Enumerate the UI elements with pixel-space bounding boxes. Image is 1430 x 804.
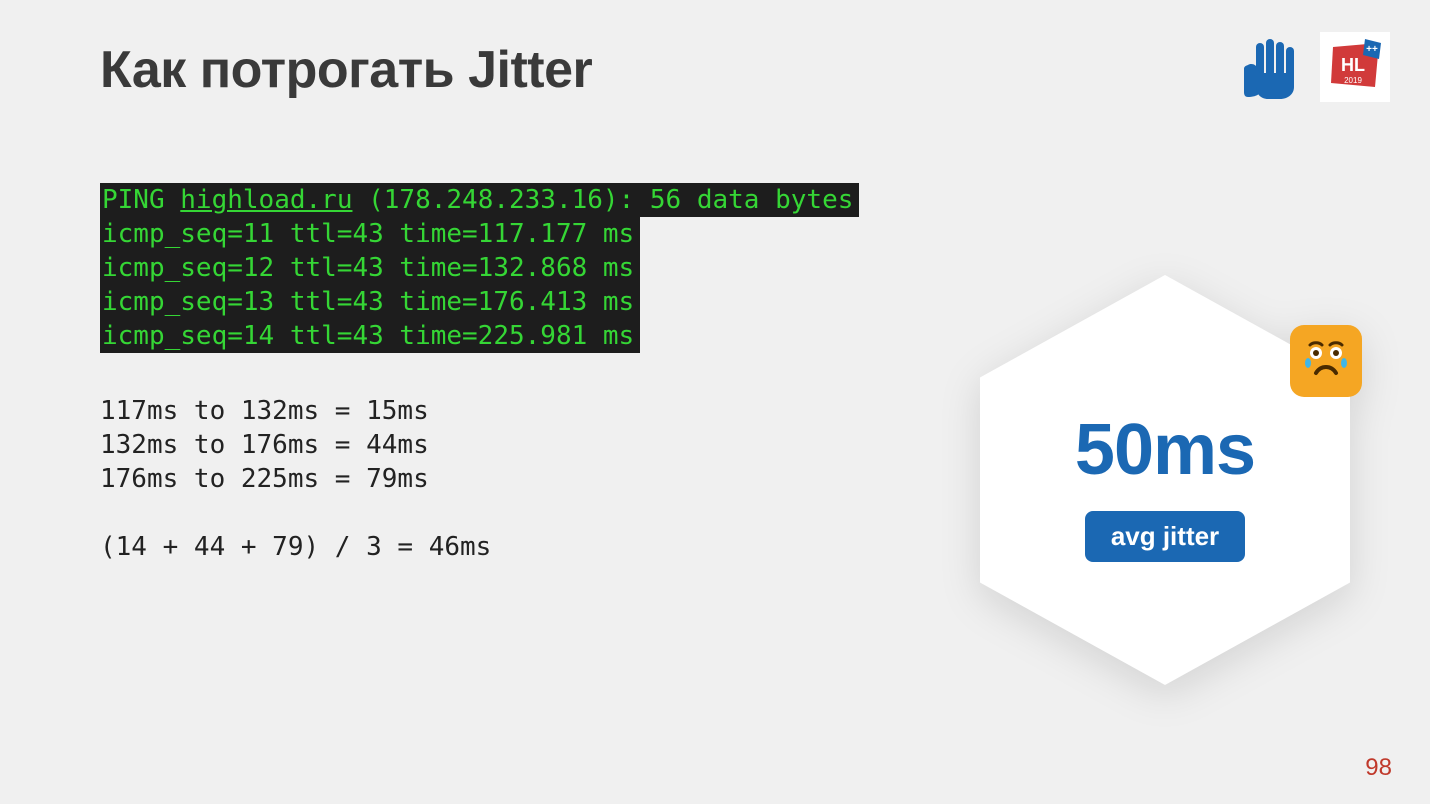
logo-group: HL 2019 ++ xyxy=(1244,32,1390,102)
terminal-text: PING xyxy=(102,185,180,215)
svg-text:2019: 2019 xyxy=(1344,76,1362,85)
slide-title: Как потрогать Jitter xyxy=(100,40,592,100)
terminal-line: icmp_seq=12 ttl=43 time=132.868 ms xyxy=(100,251,640,285)
svg-text:++: ++ xyxy=(1366,44,1378,55)
calc-line: (14 + 44 + 79) / 3 = 46ms xyxy=(100,532,491,562)
jitter-value: 50ms xyxy=(1075,409,1255,491)
crying-emoji-icon xyxy=(1290,325,1362,397)
terminal-output: PING highload.ru (178.248.233.16): 56 da… xyxy=(100,183,859,353)
jitter-label: avg jitter xyxy=(1085,511,1245,562)
terminal-line: icmp_seq=11 ttl=43 time=117.177 ms xyxy=(100,217,640,251)
calculation-block: 117ms to 132ms = 15ms 132ms to 176ms = 4… xyxy=(100,360,491,564)
terminal-line: icmp_seq=13 ttl=43 time=176.413 ms xyxy=(100,285,640,319)
page-number: 98 xyxy=(1365,754,1392,782)
calc-line: 176ms to 225ms = 79ms xyxy=(100,464,429,494)
terminal-host-link[interactable]: highload.ru xyxy=(180,185,352,215)
slide: Как потрогать Jitter HL 2019 ++ xyxy=(0,0,1430,804)
calc-line: 132ms to 176ms = 44ms xyxy=(100,430,429,460)
terminal-line: PING highload.ru (178.248.233.16): 56 da… xyxy=(100,183,859,217)
hl-conference-logo: HL 2019 ++ xyxy=(1320,32,1390,102)
jitter-card: 50ms avg jitter xyxy=(980,275,1350,685)
calc-line: 117ms to 132ms = 15ms xyxy=(100,396,429,426)
terminal-line: icmp_seq=14 ttl=43 time=225.981 ms xyxy=(100,319,640,353)
terminal-text: (178.248.233.16): 56 data bytes xyxy=(352,185,853,215)
hand-stop-icon xyxy=(1244,35,1302,99)
svg-text:HL: HL xyxy=(1341,55,1365,75)
